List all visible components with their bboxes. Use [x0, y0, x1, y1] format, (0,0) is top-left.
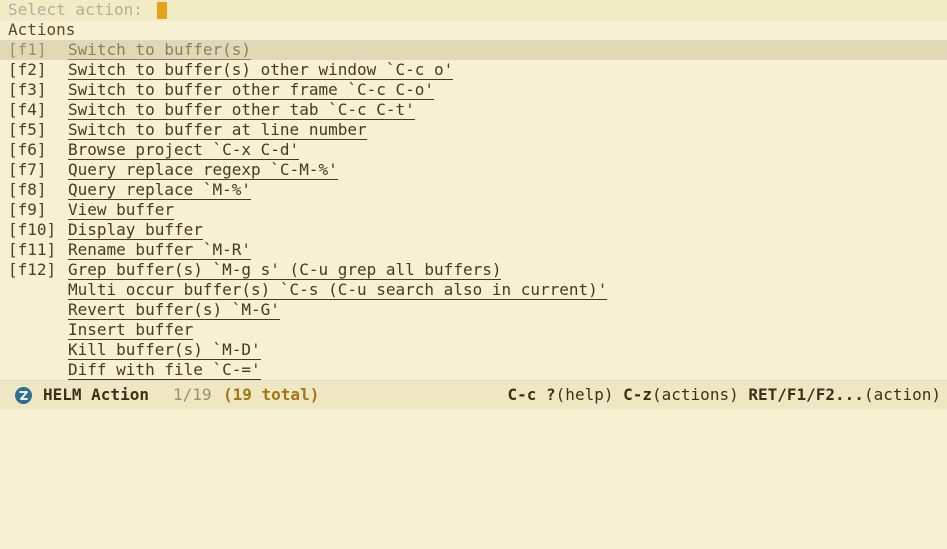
action-key: [f9]	[8, 200, 47, 219]
action-label: Switch to buffer(s) other window `C-c o'	[68, 60, 454, 80]
action-key: [f6]	[8, 140, 47, 159]
source-header: Actions	[8, 20, 76, 39]
action-item[interactable]: [f9] View buffer	[0, 200, 947, 220]
action-item[interactable]: Diff with file `C-='	[0, 360, 947, 380]
action-key: RET/F1/F2...	[748, 385, 864, 404]
helm-logo-icon	[15, 387, 32, 404]
candidate-position: 1/19	[173, 385, 212, 404]
action-label: Query replace `M-%'	[68, 180, 252, 200]
action-item[interactable]: [f7] Query replace regexp `C-M-%'	[0, 160, 947, 180]
minibuffer-prompt: Select action:	[8, 0, 153, 19]
action-label: Diff with file `C-='	[68, 360, 261, 380]
action-key: [f4]	[8, 100, 47, 119]
action-label: Rename buffer `M-R'	[68, 240, 252, 260]
action-key: [f8]	[8, 180, 47, 199]
action-key: [f5]	[8, 120, 47, 139]
action-label: Insert buffer	[68, 320, 194, 340]
action-label: Query replace regexp `C-M-%'	[68, 160, 338, 180]
action-item[interactable]: [f2] Switch to buffer(s) other window `C-…	[0, 60, 947, 80]
action-label: Multi occur buffer(s) `C-s (C-u search a…	[68, 280, 608, 300]
action-item[interactable]: [f1] Switch to buffer(s)	[0, 40, 947, 60]
minibuffer-prompt-line[interactable]: Select action:	[0, 0, 947, 21]
action-item[interactable]: [f5] Switch to buffer at line number	[0, 120, 947, 140]
action-item[interactable]: [f3] Switch to buffer other frame `C-c C-…	[0, 80, 947, 100]
actions-key: C-z	[623, 385, 653, 404]
action-label: Display buffer	[68, 220, 203, 240]
action-item[interactable]: Insert buffer	[0, 320, 947, 340]
action-item[interactable]: [f12] Grep buffer(s) `M-g s' (C-u grep al…	[0, 260, 947, 280]
help-text: (help)	[555, 385, 624, 404]
action-label: View buffer	[68, 200, 174, 220]
action-item[interactable]: [f10] Display buffer	[0, 220, 947, 240]
action-item[interactable]: [f11] Rename buffer `M-R'	[0, 240, 947, 260]
candidate-total: (19 total)	[223, 385, 320, 404]
action-item[interactable]: Multi occur buffer(s) `C-s (C-u search a…	[0, 280, 947, 300]
action-label: Browse project `C-x C-d'	[68, 140, 300, 160]
action-item[interactable]: [f6] Browse project `C-x C-d'	[0, 140, 947, 160]
action-item[interactable]: Revert buffer(s) `M-G'	[0, 300, 947, 320]
action-item[interactable]: [f4] Switch to buffer other tab `C-c C-t'	[0, 100, 947, 120]
action-item[interactable]: [f8] Query replace `M-%'	[0, 180, 947, 200]
action-label: Switch to buffer other tab `C-c C-t'	[68, 100, 415, 120]
text-cursor	[157, 2, 167, 19]
action-key: [f10]	[8, 220, 57, 239]
mode-name: HELM Action	[43, 385, 149, 404]
action-label: Revert buffer(s) `M-G'	[68, 300, 280, 320]
action-key: [f12]	[8, 260, 57, 279]
keybinding-help: C-c ?(help) C-z(actions) RET/F1/F2...(ac…	[508, 381, 942, 409]
action-label: Switch to buffer(s)	[68, 40, 252, 60]
action-key: [f11]	[8, 240, 57, 259]
action-label: Switch to buffer other frame `C-c C-o'	[68, 80, 435, 100]
actions-text: (actions)	[652, 385, 749, 404]
action-label: Grep buffer(s) `M-g s' (C-u grep all buf…	[68, 260, 502, 280]
action-text: (action)	[863, 385, 941, 404]
action-list: [f1] Switch to buffer(s) [f2] Switch to buf…	[0, 40, 947, 380]
action-label: Kill buffer(s) `M-D'	[68, 340, 261, 360]
action-item[interactable]: Kill buffer(s) `M-D'	[0, 340, 947, 360]
help-key: C-c ?	[507, 385, 556, 404]
action-label: Switch to buffer at line number	[68, 120, 367, 140]
action-key: [f3]	[8, 80, 47, 99]
action-key: [f1]	[8, 40, 47, 59]
action-key: [f2]	[8, 60, 47, 79]
action-key: [f7]	[8, 160, 47, 179]
mode-line: HELM Action 1/19 (19 total) C-c ?(help) …	[0, 380, 947, 409]
